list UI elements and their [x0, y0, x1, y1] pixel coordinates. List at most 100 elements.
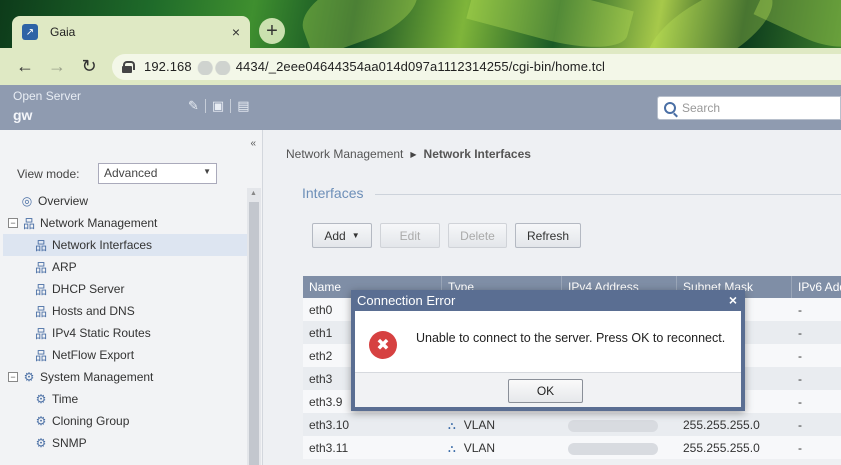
collapse-toggle-icon[interactable]: −	[8, 218, 18, 228]
connection-error-dialog: Connection Error × ✖ Unable to connect t…	[351, 290, 745, 411]
sidebar-item[interactable]: ⚙ Cloning Group	[3, 410, 247, 432]
url-prefix: 192.168	[144, 59, 192, 75]
scroll-up-icon[interactable]: ▲	[250, 190, 257, 197]
gear-icon: ⚙	[35, 414, 47, 428]
search-icon	[664, 102, 676, 114]
divider	[204, 99, 206, 113]
reload-button[interactable]: ↻	[73, 56, 105, 77]
edit-button[interactable]: Edit	[380, 223, 440, 248]
sidebar-item-label: Network Management	[40, 216, 158, 230]
section-title: Interfaces	[302, 185, 364, 201]
breadcrumb-parent[interactable]: Network Management	[286, 147, 403, 161]
network-icon: 品	[34, 260, 47, 275]
sidebar-item[interactable]: ⚙ Time	[3, 388, 247, 410]
sidebar-item-label: ARP	[52, 260, 77, 274]
type-label: VLAN	[463, 418, 496, 432]
lock-icon[interactable]	[122, 61, 135, 73]
back-button[interactable]: ←	[9, 56, 41, 77]
network-icon: 品	[34, 348, 47, 363]
table-row[interactable]: eth3.10 ⛬ VLAN 255.255.255.0 -	[303, 413, 841, 436]
overview-icon: ◎	[21, 194, 33, 208]
column-header[interactable]: IPv6 Add	[792, 276, 841, 298]
sidebar-item[interactable]: ◎ Overview	[3, 190, 247, 212]
dialog-title: Connection Error	[357, 293, 456, 308]
view-mode-select[interactable]: Advanced ▼	[98, 163, 217, 184]
redacted-url-part	[191, 60, 236, 75]
sidebar-item[interactable]: 品 Hosts and DNS	[3, 300, 247, 322]
search-placeholder: Search	[682, 101, 721, 115]
wrench-icon[interactable]: ✎	[188, 98, 199, 114]
divider	[230, 99, 232, 113]
dialog-titlebar[interactable]: Connection Error ×	[351, 290, 745, 311]
ok-button[interactable]: OK	[508, 379, 583, 403]
vlan-icon: ⛬	[448, 443, 456, 455]
header-toolbar: ✎ ▣ ▤	[182, 98, 256, 114]
network-icon: 品	[34, 282, 47, 297]
sidebar: « View mode: Advanced ▼ ◎ Overview − 品 Netwo…	[0, 130, 263, 465]
sidebar-item[interactable]: 品 ARP	[3, 256, 247, 278]
type-label: VLAN	[463, 441, 496, 455]
table-cell-ipv6: -	[798, 303, 802, 317]
sidebar-item-label: Cloning Group	[52, 414, 130, 428]
scrollbar-thumb[interactable]	[249, 202, 259, 465]
app-name: Open Server	[13, 89, 82, 103]
sidebar-item[interactable]: 品 Network Interfaces	[3, 234, 247, 256]
collapse-toggle-icon[interactable]: −	[8, 372, 18, 382]
breadcrumb-current: Network Interfaces	[423, 147, 531, 161]
table-cell-ipv6: -	[798, 326, 802, 340]
search-input[interactable]: Search	[657, 96, 841, 120]
sidebar-item[interactable]: ⚙ SNMP	[3, 432, 247, 454]
table-cell-ipv4	[562, 413, 677, 436]
sidebar-item-label: IPv4 Static Routes	[52, 326, 151, 340]
table-cell-ipv6: -	[798, 349, 802, 363]
table-cell-ipv6: -	[798, 441, 802, 455]
navigation-tree: ◎ Overview − 品 Network Management 品 Network In…	[3, 190, 247, 465]
sidebar-item[interactable]: − 品 Network Management	[3, 212, 247, 234]
table-cell-ipv4	[562, 436, 677, 459]
url-suffix: 4434/_2eee04644354aa014d097a1112314255/c…	[235, 59, 606, 75]
browser-tabstrip: ↗ Gaia × +	[0, 0, 841, 48]
sidebar-item-label: DHCP Server	[52, 282, 125, 296]
sidebar-item[interactable]: 品 DHCP Server	[3, 278, 247, 300]
forward-button[interactable]: →	[41, 56, 73, 77]
close-icon[interactable]: ×	[729, 292, 737, 308]
network-icon: 品	[22, 216, 35, 231]
sidebar-item-label: Network Interfaces	[52, 238, 153, 252]
vlan-icon: ⛬	[448, 420, 456, 432]
table-cell-name: eth3.11	[309, 441, 349, 455]
table-row[interactable]: eth3.11 ⛬ VLAN 255.255.255.0 -	[303, 436, 841, 459]
table-cell-type: ⛬ VLAN	[442, 413, 562, 436]
sidebar-item[interactable]: 品 NetFlow Export	[3, 344, 247, 366]
collapse-sidebar-icon[interactable]: «	[250, 138, 256, 149]
sidebar-item-label: Time	[52, 392, 79, 406]
gear-icon: ⚙	[35, 436, 47, 450]
tab-close-icon[interactable]: ×	[232, 24, 240, 40]
table-cell-ipv6: -	[798, 372, 802, 386]
add-button-label: Add	[324, 228, 346, 243]
address-bar[interactable]: 192.168 4434/_2eee04644354aa014d097a11123…	[112, 54, 841, 80]
network-icon: 品	[34, 326, 47, 341]
url-text[interactable]: 192.168 4434/_2eee04644354aa014d097a11123…	[144, 59, 605, 75]
view-mode-value: Advanced	[104, 166, 158, 180]
sidebar-item[interactable]: 品 IPv4 Static Routes	[3, 322, 247, 344]
sidebar-item-label: System Management	[40, 370, 154, 384]
refresh-button[interactable]: Refresh	[515, 223, 581, 248]
sidebar-scrollbar[interactable]: ▲	[247, 188, 261, 465]
sidebar-item-label: SNMP	[52, 436, 87, 450]
table-cell-mask: 255.255.255.0	[683, 441, 760, 455]
document-icon[interactable]: ▤	[237, 98, 249, 114]
table-cell-ipv6: -	[798, 418, 802, 432]
browser-tab[interactable]: ↗ Gaia ×	[12, 16, 250, 48]
sidebar-item-label: NetFlow Export	[52, 348, 135, 362]
delete-button[interactable]: Delete	[448, 223, 507, 248]
add-button[interactable]: Add ▼	[312, 223, 372, 248]
breadcrumb-separator-icon: ▶	[410, 149, 417, 159]
table-cell-mask: 255.255.255.0	[683, 418, 760, 432]
view-mode-label: View mode:	[17, 167, 80, 181]
sidebar-item-label: Overview	[38, 194, 89, 208]
sidebar-item[interactable]: − ⚙ System Management	[3, 366, 247, 388]
new-tab-button[interactable]: +	[259, 18, 285, 44]
gaia-favicon-icon: ↗	[22, 24, 38, 40]
table-cell-type: ⛬ VLAN	[442, 436, 562, 459]
terminal-icon[interactable]: ▣	[212, 98, 224, 114]
